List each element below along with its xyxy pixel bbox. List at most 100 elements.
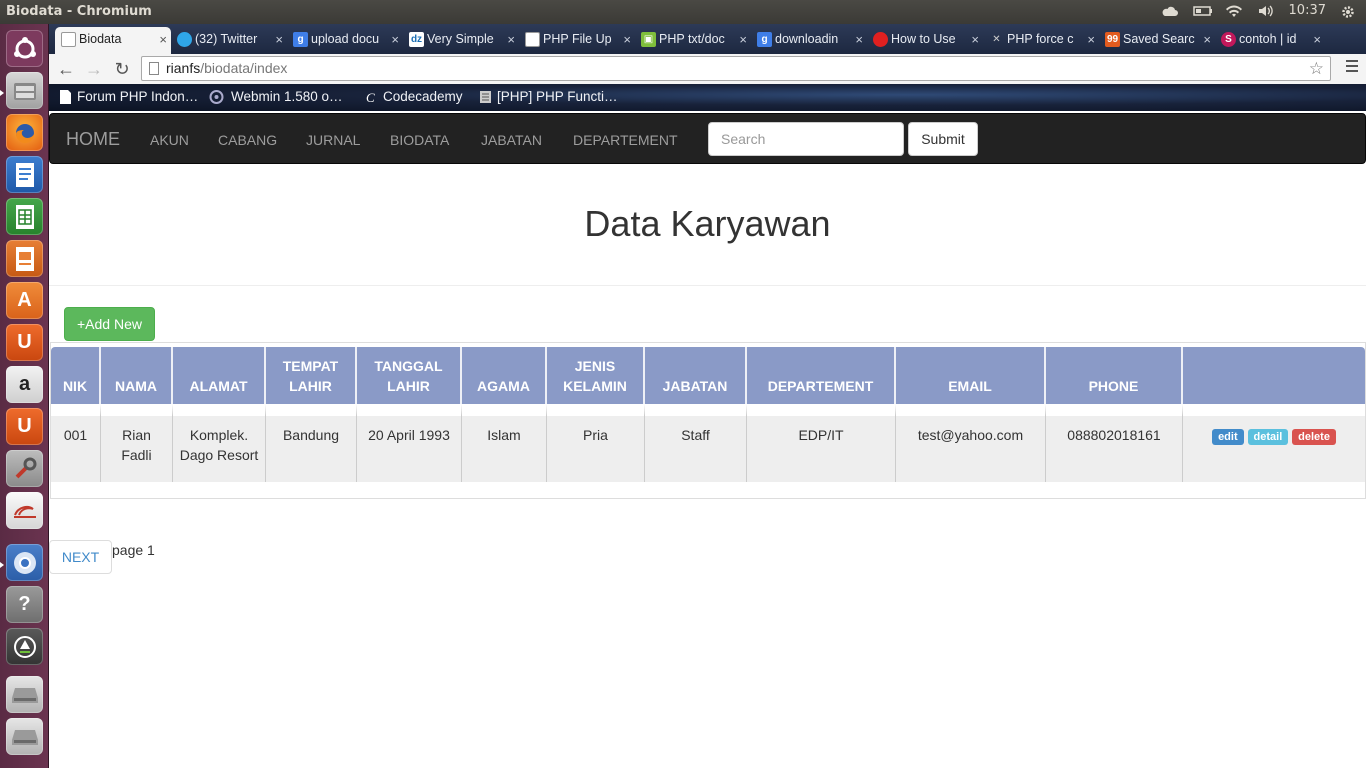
help-icon[interactable]: ?	[6, 586, 43, 623]
files-icon[interactable]	[6, 72, 43, 109]
tab-6[interactable]: ▣ PHP txt/doc ×	[635, 27, 751, 54]
tab-label: (32) Twitter	[195, 32, 258, 46]
tab-1[interactable]: Biodata ×	[55, 27, 171, 54]
search-input[interactable]	[708, 122, 904, 156]
reload-icon[interactable]: ↻	[111, 58, 133, 80]
close-icon[interactable]: ×	[507, 27, 515, 52]
tab-2[interactable]: (32) Twitter ×	[171, 27, 287, 54]
tab-11[interactable]: Scontoh | id ×	[1215, 27, 1325, 54]
tab-3[interactable]: g upload docu ×	[287, 27, 403, 54]
bookmark-label: Codecademy	[383, 89, 463, 104]
menu-icon[interactable]	[1346, 60, 1358, 74]
delete-button[interactable]: delete	[1292, 429, 1336, 445]
bookmark-item[interactable]: Forum PHP Indon…	[59, 88, 198, 106]
forward-icon[interactable]: →	[83, 58, 105, 80]
calc-icon[interactable]	[6, 198, 43, 235]
back-icon[interactable]: ←	[55, 58, 77, 80]
close-icon[interactable]: ×	[159, 27, 167, 52]
cell-jabatan: Staff	[645, 404, 747, 482]
nav-link-biodata[interactable]: BIODATA	[390, 132, 449, 148]
close-icon[interactable]: ×	[1313, 27, 1321, 52]
column-header: JENIS KELAMIN	[547, 347, 645, 404]
tab-label: PHP File Up	[543, 32, 612, 46]
ubuntu-one-icon[interactable]: U	[6, 324, 43, 361]
column-header: NIK	[51, 347, 101, 404]
tab-8[interactable]: How to Use ×	[867, 27, 983, 54]
cell-tempat-lahir: Bandung	[266, 404, 357, 482]
system-tray: 10:37	[1161, 3, 1358, 18]
next-page-button[interactable]: NEXT	[49, 540, 112, 574]
stack-icon: ▣	[641, 32, 656, 47]
table-header-row: NIK NAMA ALAMAT TEMPAT LAHIR TANGGAL LAH…	[51, 347, 1365, 404]
tab-5[interactable]: PHP File Up ×	[519, 27, 635, 54]
system-settings-icon[interactable]	[6, 450, 43, 487]
tab-label: downloadin	[775, 32, 839, 46]
software-center-icon[interactable]: A	[6, 282, 43, 319]
submit-button[interactable]: Submit	[908, 122, 978, 156]
drive-icon[interactable]	[6, 718, 43, 755]
clock[interactable]: 10:37	[1289, 3, 1326, 18]
ubuntu-dash-icon[interactable]	[6, 30, 43, 67]
tab-4[interactable]: dz Very Simple ×	[403, 27, 519, 54]
close-icon[interactable]: ×	[1203, 27, 1211, 52]
volume-icon[interactable]	[1257, 4, 1275, 18]
cell-actions: edit detail delete	[1183, 404, 1365, 482]
google-icon: g	[757, 32, 772, 47]
gear-icon[interactable]	[1340, 4, 1358, 18]
close-icon[interactable]: ×	[391, 27, 399, 52]
bookmark-item[interactable]: [PHP] PHP Functi…	[479, 88, 618, 106]
ubuntu-one-music-icon[interactable]: U	[6, 408, 43, 445]
navbar-brand[interactable]: HOME	[66, 129, 120, 150]
nav-link-cabang[interactable]: CABANG	[218, 132, 277, 148]
wifi-icon[interactable]	[1225, 4, 1243, 18]
cell-alamat: Komplek. Dago Resort	[173, 404, 266, 482]
drive-icon[interactable]	[6, 676, 43, 713]
tab-label: upload docu	[311, 32, 380, 46]
nav-link-akun[interactable]: AKUN	[150, 132, 189, 148]
close-icon[interactable]: ×	[275, 27, 283, 52]
writer-icon[interactable]	[6, 156, 43, 193]
column-header-actions	[1183, 347, 1365, 404]
dz-icon: dz	[409, 32, 424, 47]
nav-link-departement[interactable]: DEPARTEMENT	[573, 132, 678, 148]
impress-icon[interactable]	[6, 240, 43, 277]
bookmark-icon	[479, 90, 492, 104]
close-icon[interactable]: ×	[739, 27, 747, 52]
column-header: TEMPAT LAHIR	[266, 347, 357, 404]
email-icon[interactable]	[6, 492, 43, 529]
software-updater-icon[interactable]	[6, 628, 43, 665]
nav-link-jurnal[interactable]: JURNAL	[306, 132, 360, 148]
close-icon[interactable]: ×	[971, 27, 979, 52]
close-icon[interactable]: ×	[1087, 27, 1095, 52]
tab-label: How to Use	[891, 32, 956, 46]
address-bar[interactable]: rianfs/biodata/index ☆	[141, 56, 1331, 81]
cell-nik: 001	[51, 404, 101, 482]
tab-10[interactable]: 99 Saved Searc ×	[1099, 27, 1215, 54]
google-icon: g	[293, 32, 308, 47]
bookmark-star-icon[interactable]: ☆	[1309, 57, 1324, 80]
firefox-icon[interactable]	[6, 114, 43, 151]
close-icon[interactable]: ×	[855, 27, 863, 52]
page-indicator: page 1	[112, 542, 155, 558]
tab-9[interactable]: ✕ PHP force c ×	[983, 27, 1099, 54]
cell-jenis-kelamin: Pria	[547, 404, 645, 482]
tab-label: Very Simple	[427, 32, 494, 46]
close-icon[interactable]: ×	[623, 27, 631, 52]
tools-icon: ✕	[992, 34, 1001, 45]
tab-7[interactable]: g downloadin ×	[751, 27, 867, 54]
chromium-icon[interactable]	[6, 544, 43, 581]
cloud-icon[interactable]	[1161, 4, 1179, 18]
bookmark-label: [PHP] PHP Functi…	[497, 89, 618, 104]
bookmark-label: Forum PHP Indon…	[77, 89, 199, 104]
bookmark-item[interactable]: Webmin 1.580 o…	[209, 88, 343, 106]
cell-agama: Islam	[462, 404, 547, 482]
add-new-button[interactable]: +Add New	[64, 307, 155, 341]
battery-icon[interactable]	[1192, 4, 1212, 18]
amazon-icon[interactable]: a	[6, 366, 43, 403]
edit-button[interactable]: edit	[1212, 429, 1244, 445]
bookmark-item[interactable]: C Codecademy	[365, 88, 463, 106]
nav-link-jabatan[interactable]: JABATAN	[481, 132, 542, 148]
detail-button[interactable]: detail	[1247, 429, 1289, 445]
cell-phone: 088802018161	[1046, 404, 1183, 482]
99-icon: 99	[1105, 32, 1120, 47]
